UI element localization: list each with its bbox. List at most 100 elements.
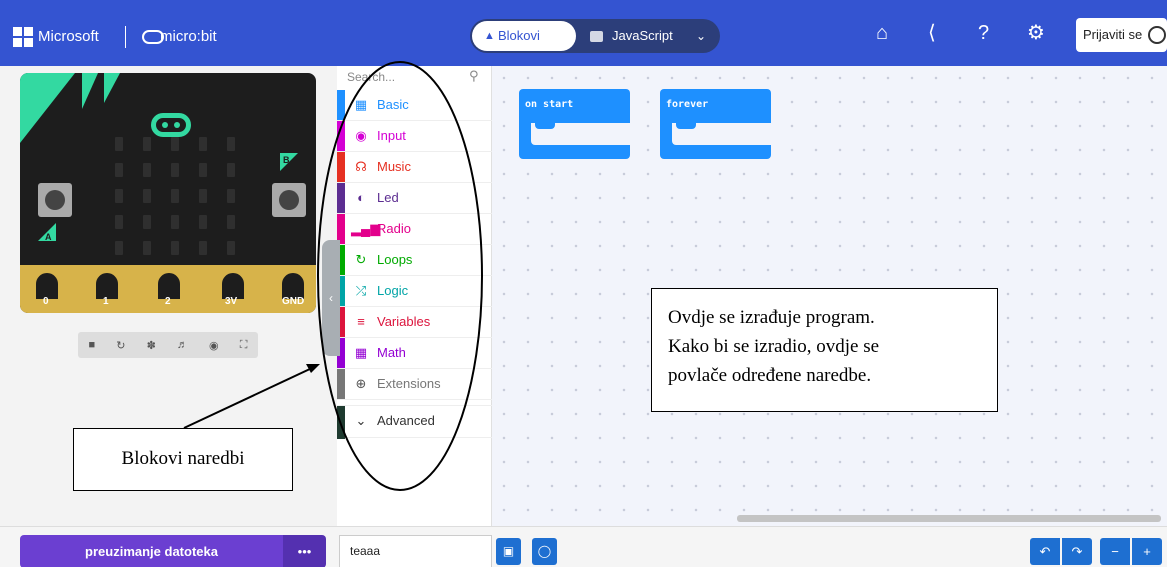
category-label: Loops — [377, 252, 413, 267]
zoom-in-icon[interactable]: + — [1132, 538, 1162, 565]
search-placeholder: Search... — [347, 70, 396, 84]
category-extensions[interactable]: ⊕ Extensions — [337, 369, 492, 400]
category-led[interactable]: ◐ Led — [337, 183, 492, 214]
share-icon[interactable]: ⟨ — [928, 23, 936, 43]
gear-icon[interactable]: ⚙ — [1027, 23, 1045, 43]
redo-icon[interactable]: ↷ — [1062, 538, 1092, 565]
microbit-logo-touch[interactable] — [151, 113, 191, 137]
toolbox: Search... ⚲ ▦ Basic ◉ Input ☊ Music ◐ Le… — [337, 66, 492, 526]
fullscreen-icon[interactable]: ⛶ — [240, 339, 248, 352]
top-bar: Microsoft micro:bit ▲ Blokovi JavaScript… — [0, 0, 1167, 66]
note-line: Ovdje se izrađuje program. — [668, 307, 875, 328]
button-b-label: B — [280, 153, 298, 171]
category-color-bar — [337, 183, 345, 213]
header-divider — [125, 26, 126, 48]
microbit-board: A B 0 1 2 3V GND — [20, 73, 316, 313]
svg-text:B: B — [283, 155, 290, 165]
tab-blocks[interactable]: ▲ Blokovi — [472, 21, 576, 51]
project-name-input[interactable]: teaaa — [339, 535, 492, 567]
category-logic[interactable]: ⤮ Logic — [337, 276, 492, 307]
led-matrix — [115, 137, 235, 255]
category-radio[interactable]: ▂▄▆ Radio — [337, 214, 492, 245]
signal-icon: ▂▄▆ — [351, 221, 381, 236]
microbit-brand[interactable]: micro:bit — [160, 28, 217, 45]
chevron-down-icon: ⌄ — [355, 413, 367, 428]
debug-icon[interactable]: ✽ — [147, 339, 156, 352]
category-label: Input — [377, 128, 406, 143]
grid-icon: ▦ — [354, 97, 368, 112]
tab-blocks-label: Blokovi — [498, 28, 540, 43]
pin-label: 3V — [225, 296, 238, 307]
category-label: Math — [377, 345, 406, 360]
category-label: Basic — [377, 97, 409, 112]
button-b[interactable] — [272, 183, 306, 217]
tab-javascript[interactable]: JavaScript — [590, 21, 673, 51]
category-basic[interactable]: ▦ Basic — [337, 90, 492, 121]
category-advanced[interactable]: ⌄ Advanced — [337, 405, 492, 439]
workspace-annotation: Ovdje se izrađuje program. Kako bi se iz… — [651, 288, 998, 412]
button-a-label: A — [38, 223, 56, 242]
blocks-annotation: Blokovi naredbi — [73, 428, 293, 491]
refresh-icon: ↻ — [355, 252, 367, 267]
category-input[interactable]: ◉ Input — [337, 121, 492, 152]
svg-text:A: A — [45, 232, 52, 242]
block-label: forever — [666, 99, 709, 110]
login-button[interactable]: Prijaviti se — [1076, 18, 1167, 52]
javascript-icon — [590, 31, 603, 42]
puzzle-icon: ▲ — [484, 30, 495, 42]
pin-strip: 0 1 2 3V GND — [20, 265, 316, 313]
note-line: povlače određene naredbe. — [668, 365, 872, 386]
plus-circle-icon: ⊕ — [355, 376, 367, 391]
category-variables[interactable]: ≡ Variables — [337, 307, 492, 338]
zoom-out-icon[interactable]: − — [1100, 538, 1130, 565]
block-notch — [535, 123, 555, 129]
category-loops[interactable]: ↻ Loops — [337, 245, 492, 276]
forever-block[interactable]: forever — [660, 89, 771, 159]
button-a[interactable] — [38, 183, 72, 217]
search-input[interactable]: Search... ⚲ — [337, 66, 492, 90]
pin-label: 0 — [43, 296, 49, 307]
toggle-icon: ◐ — [357, 190, 365, 205]
microsoft-logo-icon — [13, 27, 33, 47]
more-options-button[interactable]: ••• — [283, 535, 326, 567]
stop-icon[interactable]: ■ — [89, 339, 96, 351]
restart-icon[interactable]: ↻ — [116, 339, 125, 352]
category-label: Advanced — [377, 413, 435, 428]
on-start-block[interactable]: on start — [519, 89, 630, 159]
login-label: Prijaviti se — [1083, 27, 1143, 42]
chevron-down-icon[interactable]: ⌄ — [696, 29, 706, 43]
calculator-icon: ▦ — [354, 345, 368, 360]
bottom-bar: preuzimanje datoteka ••• teaaa ▣ ◯ ↶ ↷ −… — [0, 526, 1167, 567]
sound-icon[interactable]: ♬ — [177, 339, 188, 351]
undo-icon[interactable]: ↶ — [1030, 538, 1060, 565]
category-color-bar — [337, 90, 345, 120]
simulator-toolbar: ■ ↻ ✽ ♬ ◉ ⛶ — [78, 332, 258, 358]
category-label: Logic — [377, 283, 409, 298]
pin-label: 2 — [165, 296, 171, 307]
pin-label: 1 — [103, 296, 109, 307]
category-color-bar — [337, 369, 345, 399]
editor-toggle: ▲ Blokovi JavaScript ⌄ — [470, 19, 720, 53]
collapse-simulator-button[interactable]: ‹ — [322, 240, 340, 356]
help-icon[interactable]: ? — [978, 23, 989, 43]
tab-javascript-label: JavaScript — [612, 28, 673, 43]
pin-label: GND — [282, 296, 305, 307]
screenshot-icon[interactable]: ◉ — [209, 339, 219, 352]
circle-icon: ◉ — [355, 128, 367, 143]
download-button[interactable]: preuzimanje datoteka — [20, 535, 283, 567]
category-label: Extensions — [377, 376, 441, 391]
category-math[interactable]: ▦ Math — [337, 338, 492, 369]
category-label: Radio — [377, 221, 411, 236]
horizontal-scrollbar[interactable] — [737, 515, 1161, 522]
category-color-bar — [337, 121, 345, 151]
category-color-bar — [337, 152, 345, 182]
save-icon[interactable]: ▣ — [496, 538, 521, 565]
github-icon[interactable]: ◯ — [532, 538, 557, 565]
shuffle-icon: ⤮ — [355, 283, 367, 298]
avatar-icon — [1148, 26, 1166, 44]
microsoft-brand[interactable]: Microsoft — [38, 28, 99, 45]
category-label: Variables — [377, 314, 431, 329]
search-icon[interactable]: ⚲ — [469, 68, 479, 84]
category-music[interactable]: ☊ Music — [337, 152, 492, 183]
home-icon[interactable]: ⌂ — [876, 23, 888, 43]
